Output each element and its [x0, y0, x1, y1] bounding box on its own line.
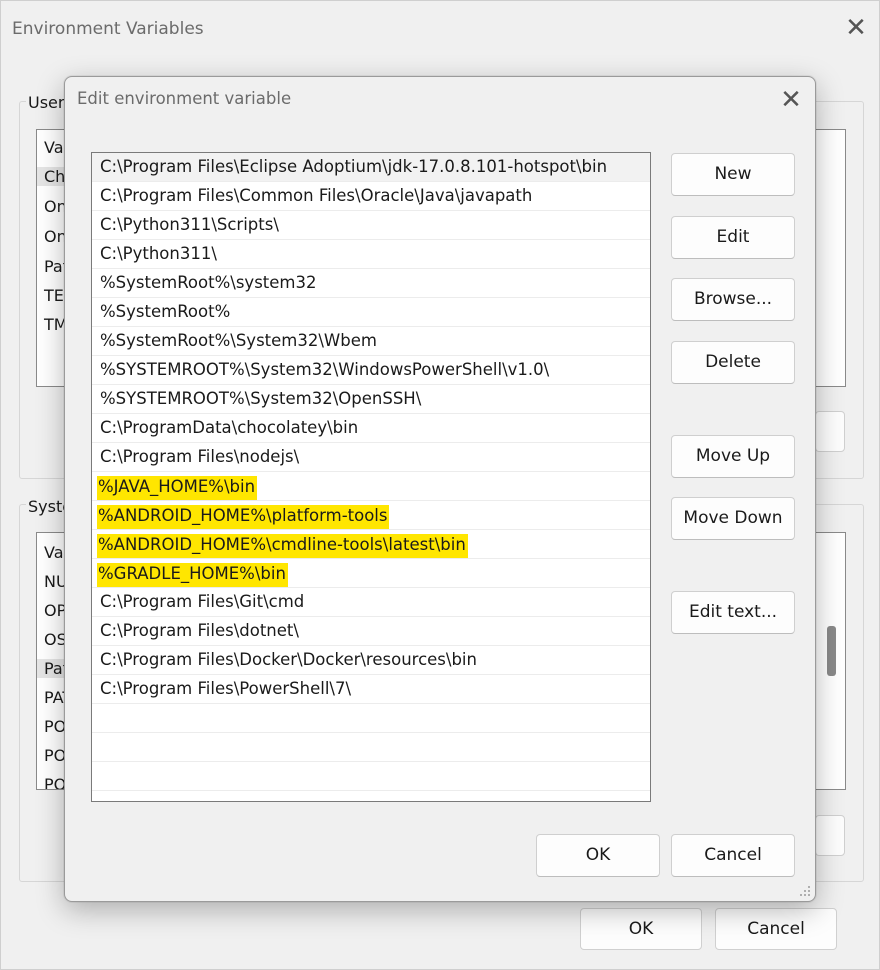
path-entry-text: C:\Python311\Scripts\ [100, 215, 279, 234]
list-item[interactable]: PO [44, 717, 66, 736]
window-title: Environment Variables [12, 19, 204, 39]
path-entry-text: C:\Python311\ [100, 244, 217, 263]
path-entry-text: C:\Program Files\Eclipse Adoptium\jdk-17… [100, 157, 608, 176]
browse-button[interactable]: Browse... [671, 278, 795, 321]
list-item[interactable]: C:\ProgramData\chocolatey\bin [92, 414, 650, 443]
delete-button[interactable]: Delete [671, 341, 795, 384]
close-icon[interactable]: ✕ [843, 15, 869, 41]
list-item[interactable]: PO [44, 775, 66, 789]
list-item[interactable]: C:\Program Files\nodejs\ [92, 443, 650, 472]
list-item[interactable]: %ANDROID_HOME%\platform-tools [92, 501, 650, 530]
list-item[interactable]: %ANDROID_HOME%\cmdline-tools\latest\bin [92, 530, 650, 559]
move-up-button[interactable]: Move Up [671, 435, 795, 478]
list-item[interactable]: %SYSTEMROOT%\System32\OpenSSH\ [92, 385, 650, 414]
path-entry-text: %SystemRoot% [100, 302, 231, 321]
list-item[interactable]: %SystemRoot%\system32 [92, 269, 650, 298]
path-entry-text: C:\Program Files\Docker\Docker\resources… [100, 650, 477, 669]
list-item[interactable]: %GRADLE_HOME%\bin [92, 559, 650, 588]
list-item[interactable] [92, 762, 650, 791]
dialog-title: Edit environment variable [77, 89, 292, 108]
path-entry-text: %SystemRoot%\System32\Wbem [100, 331, 377, 350]
list-item[interactable]: C:\Python311\ [92, 240, 650, 269]
path-entry-text: %SYSTEMROOT%\System32\WindowsPowerShell\… [100, 360, 550, 379]
edit-button[interactable]: Edit [671, 216, 795, 259]
list-item[interactable] [92, 704, 650, 733]
path-entry-text: %ANDROID_HOME%\platform-tools [97, 505, 390, 529]
path-entry-text: %SystemRoot%\system32 [100, 273, 317, 292]
path-entry-text: C:\Program Files\Common Files\Oracle\Jav… [100, 186, 533, 205]
move-down-button[interactable]: Move Down [671, 497, 795, 540]
list-item[interactable]: %SystemRoot% [92, 298, 650, 327]
edit-environment-variable-dialog: Edit environment variable ✕ C:\Program F… [64, 76, 816, 902]
path-entry-text: C:\Program Files\nodejs\ [100, 447, 300, 466]
cancel-button[interactable]: Cancel [715, 908, 837, 950]
path-entry-text: C:\Program Files\Git\cmd [100, 592, 305, 611]
list-item[interactable]: %SYSTEMROOT%\System32\WindowsPowerShell\… [92, 356, 650, 385]
list-item[interactable]: C:\Program Files\PowerShell\7\ [92, 675, 650, 704]
list-item[interactable] [92, 733, 650, 762]
list-item[interactable]: %JAVA_HOME%\bin [92, 472, 650, 501]
list-item[interactable]: C:\Program Files\Common Files\Oracle\Jav… [92, 182, 650, 211]
path-entry-text: %SYSTEMROOT%\System32\OpenSSH\ [100, 389, 422, 408]
ok-button[interactable]: OK [536, 834, 660, 877]
list-item[interactable]: C:\Program Files\dotnet\ [92, 617, 650, 646]
cancel-button[interactable]: Cancel [671, 834, 795, 877]
path-entry-text: %GRADLE_HOME%\bin [97, 563, 288, 587]
path-entry-text: %ANDROID_HOME%\cmdline-tools\latest\bin [97, 534, 468, 558]
edit-text-button[interactable]: Edit text... [671, 591, 795, 634]
ok-button[interactable]: OK [580, 908, 702, 950]
path-entry-text: C:\ProgramData\chocolatey\bin [100, 418, 359, 437]
list-item[interactable]: C:\Program Files\Docker\Docker\resources… [92, 646, 650, 675]
resize-grip-icon[interactable] [799, 885, 813, 899]
path-entry-text: C:\Program Files\PowerShell\7\ [100, 679, 352, 698]
list-item[interactable]: C:\Program Files\Git\cmd [92, 588, 650, 617]
list-item[interactable]: C:\Python311\Scripts\ [92, 211, 650, 240]
list-item[interactable]: C:\Program Files\Eclipse Adoptium\jdk-17… [92, 153, 650, 182]
path-entry-text: C:\Program Files\dotnet\ [100, 621, 299, 640]
scrollbar-thumb[interactable] [827, 626, 836, 676]
user-variables-label: User [26, 93, 67, 112]
system-variables-button[interactable] [815, 815, 845, 856]
path-entries-list[interactable]: C:\Program Files\Eclipse Adoptium\jdk-17… [91, 152, 651, 802]
close-icon[interactable]: ✕ [777, 86, 805, 114]
list-item[interactable]: %SystemRoot%\System32\Wbem [92, 327, 650, 356]
list-item[interactable]: PO [44, 746, 66, 765]
list-item[interactable]: OP [44, 601, 66, 620]
new-button[interactable]: New [671, 153, 795, 196]
path-entry-text: %JAVA_HOME%\bin [97, 476, 258, 500]
user-variables-button[interactable] [815, 411, 845, 452]
